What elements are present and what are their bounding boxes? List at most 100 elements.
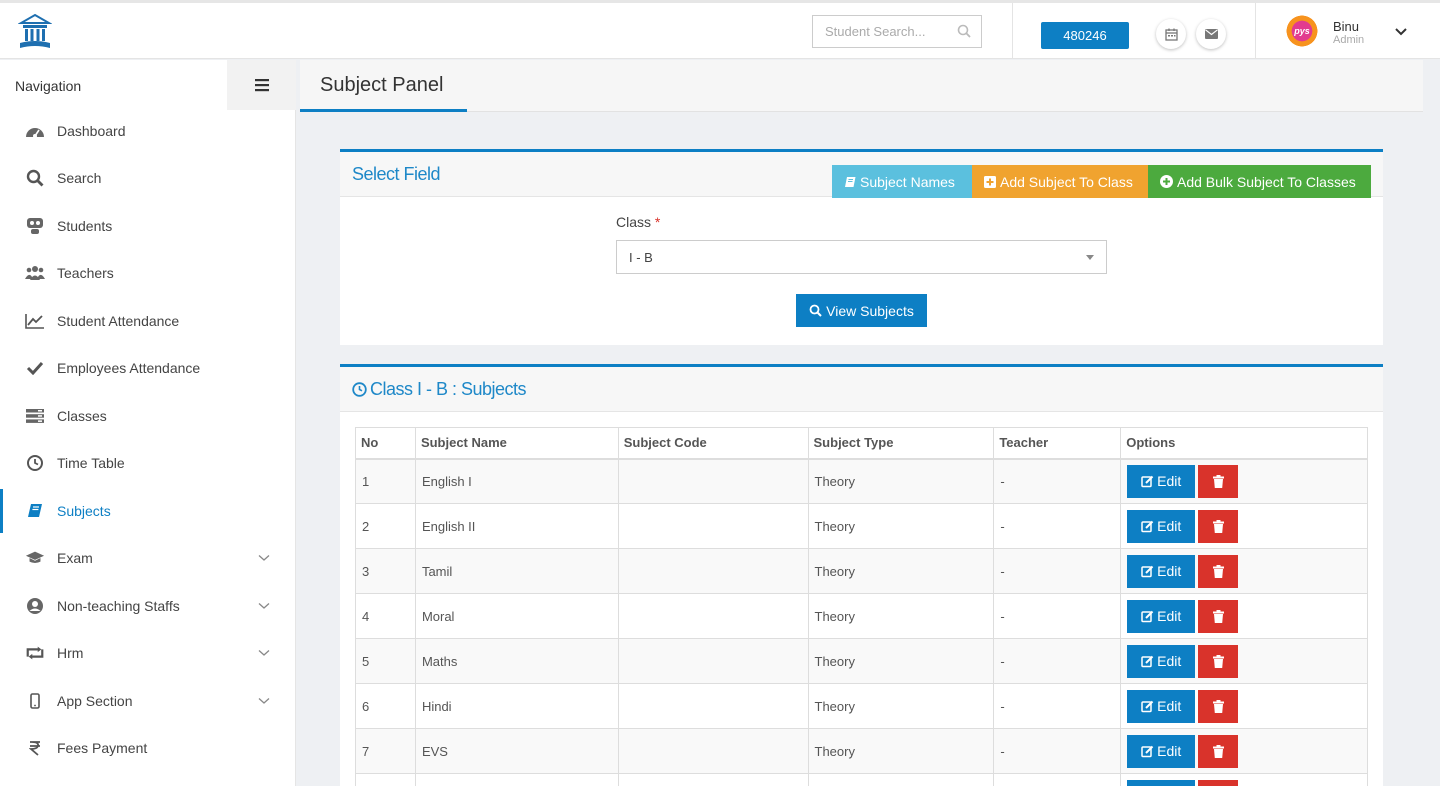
sidebar-heading-label: Navigation [15,78,82,94]
plus-square-icon [984,175,996,188]
edit-label: Edit [1157,743,1182,759]
edit-button[interactable]: Edit [1127,509,1196,543]
clock-icon [25,453,45,473]
sidebar-item-dashboard[interactable]: Dashboard [0,109,296,153]
student-search-input[interactable] [813,16,943,47]
delete-button[interactable] [1198,509,1239,543]
view-subjects-label: View Subjects [826,302,914,319]
sidebar-item-hrm[interactable]: Hrm [0,631,296,675]
school-logo-icon[interactable] [17,13,53,51]
add-bulk-label: Add Bulk Subject To Classes [1177,173,1356,190]
cell-no [355,773,416,786]
chevron-down-icon [258,698,270,704]
search-icon [25,168,45,188]
edit-button[interactable]: Edit [1127,599,1196,633]
sidebar-item-student-attendance[interactable]: Student Attendance [0,299,296,343]
edit-button[interactable]: Edit [1127,554,1196,588]
cell-name: Hindi [414,683,619,729]
cell-code [617,728,809,774]
user-name[interactable]: Binu [1333,19,1359,34]
title-underline [300,109,467,112]
sidebar-item-non-teaching-staffs[interactable]: Non-teaching Staffs [0,584,296,628]
cell-teacher: - [993,638,1122,684]
sidebar-item-search[interactable]: Search [0,156,296,200]
delete-button[interactable] [1198,734,1239,768]
class-select-value: I - B [629,250,653,265]
edit-button[interactable]: Edit [1127,689,1196,723]
edit-label: Edit [1157,563,1182,579]
session-id-badge[interactable]: 480246 [1041,22,1129,49]
edit-button[interactable]: Edit [1127,644,1196,678]
edit-button[interactable]: Edit [1127,734,1196,768]
class-field-label: Class * [616,214,660,230]
add-bulk-subject-button[interactable]: Add Bulk Subject To Classes [1148,165,1371,198]
edit-button[interactable]: Edit [1127,464,1196,498]
sidebar-item-subjects[interactable]: Subjects [0,489,296,533]
edit-label: Edit [1157,653,1182,669]
delete-button[interactable] [1198,599,1239,633]
sidebar-item-app-section[interactable]: App Section [0,679,296,723]
sidebar-toggle-button[interactable] [227,60,296,110]
chevron-down-icon[interactable] [1394,27,1408,37]
mail-button[interactable] [1196,19,1226,49]
edit-label: Edit [1157,608,1182,624]
delete-button[interactable] [1198,689,1239,723]
trash-icon [1212,474,1224,488]
sidebar-item-label: Search [57,170,102,186]
column-header: Teacher [993,427,1122,460]
add-subject-to-class-button[interactable]: Add Subject To Class [972,165,1148,198]
cell-no: 4 [355,593,416,639]
cell-name: English II [414,503,619,549]
class-label-text: Class [616,214,652,230]
sidebar-item-classes[interactable]: Classes [0,394,296,438]
rupee-icon [25,738,45,758]
delete-button[interactable] [1198,554,1239,588]
sidebar-item-label: Student Attendance [57,313,180,329]
sidebar-item-employees-attendance[interactable]: Employees Attendance [0,346,296,390]
delete-button[interactable] [1198,464,1239,498]
cell-code [617,458,809,504]
sidebar-item-teachers[interactable]: Teachers [0,251,296,295]
caret-down-icon [1086,255,1094,260]
table-row: 1 English I Theory - Edit [355,458,1368,504]
edit-icon [1141,520,1154,532]
column-header: Subject Type [807,427,995,460]
delete-button[interactable] [1198,644,1239,678]
cell-no: 5 [355,638,416,684]
calendar-button[interactable] [1156,19,1186,49]
graduation-cap-icon [25,548,45,568]
sidebar-item-time-table[interactable]: Time Table [0,441,296,485]
delete-button[interactable] [1198,779,1239,786]
header-divider [1255,3,1256,59]
envelope-icon [1204,29,1218,39]
table-row: 7 EVS Theory - Edit [355,728,1368,774]
dashboard-icon [25,121,45,141]
subjects-table: No Subject Name Subject Code Subject Typ… [355,427,1368,786]
cell-options: Edit [1120,683,1368,729]
avatar[interactable]: pys [1284,13,1320,49]
trash-icon [1212,654,1224,668]
subject-names-button[interactable]: Subject Names [832,165,972,198]
sidebar-item-exam[interactable]: Exam [0,536,296,580]
view-subjects-button[interactable]: View Subjects [796,294,927,327]
cell-options: Edit [1120,458,1368,504]
sidebar-item-students[interactable]: Students [0,204,296,248]
sidebar-item-label: Exam [57,550,93,566]
sidebar-item-label: Fees Payment [57,740,148,756]
search-icon[interactable] [957,24,971,38]
cell-teacher: - [993,683,1122,729]
required-mark: * [654,214,661,230]
teachers-icon [25,263,45,283]
cell-options: Edit [1120,638,1368,684]
sidebar-item-fees-payment[interactable]: Fees Payment [0,726,296,770]
class-select[interactable]: I - B [616,240,1107,274]
cell-type [807,773,995,786]
trash-icon [1212,744,1224,758]
retweet-icon [25,643,45,663]
sidebar-item-label: Subjects [57,503,111,519]
cell-teacher: - [993,503,1122,549]
classes-icon [25,406,45,426]
edit-button[interactable]: Edit [1127,779,1196,786]
search-icon [809,304,822,317]
sidebar: Navigation Dashboard Search Students Tea… [0,60,296,786]
